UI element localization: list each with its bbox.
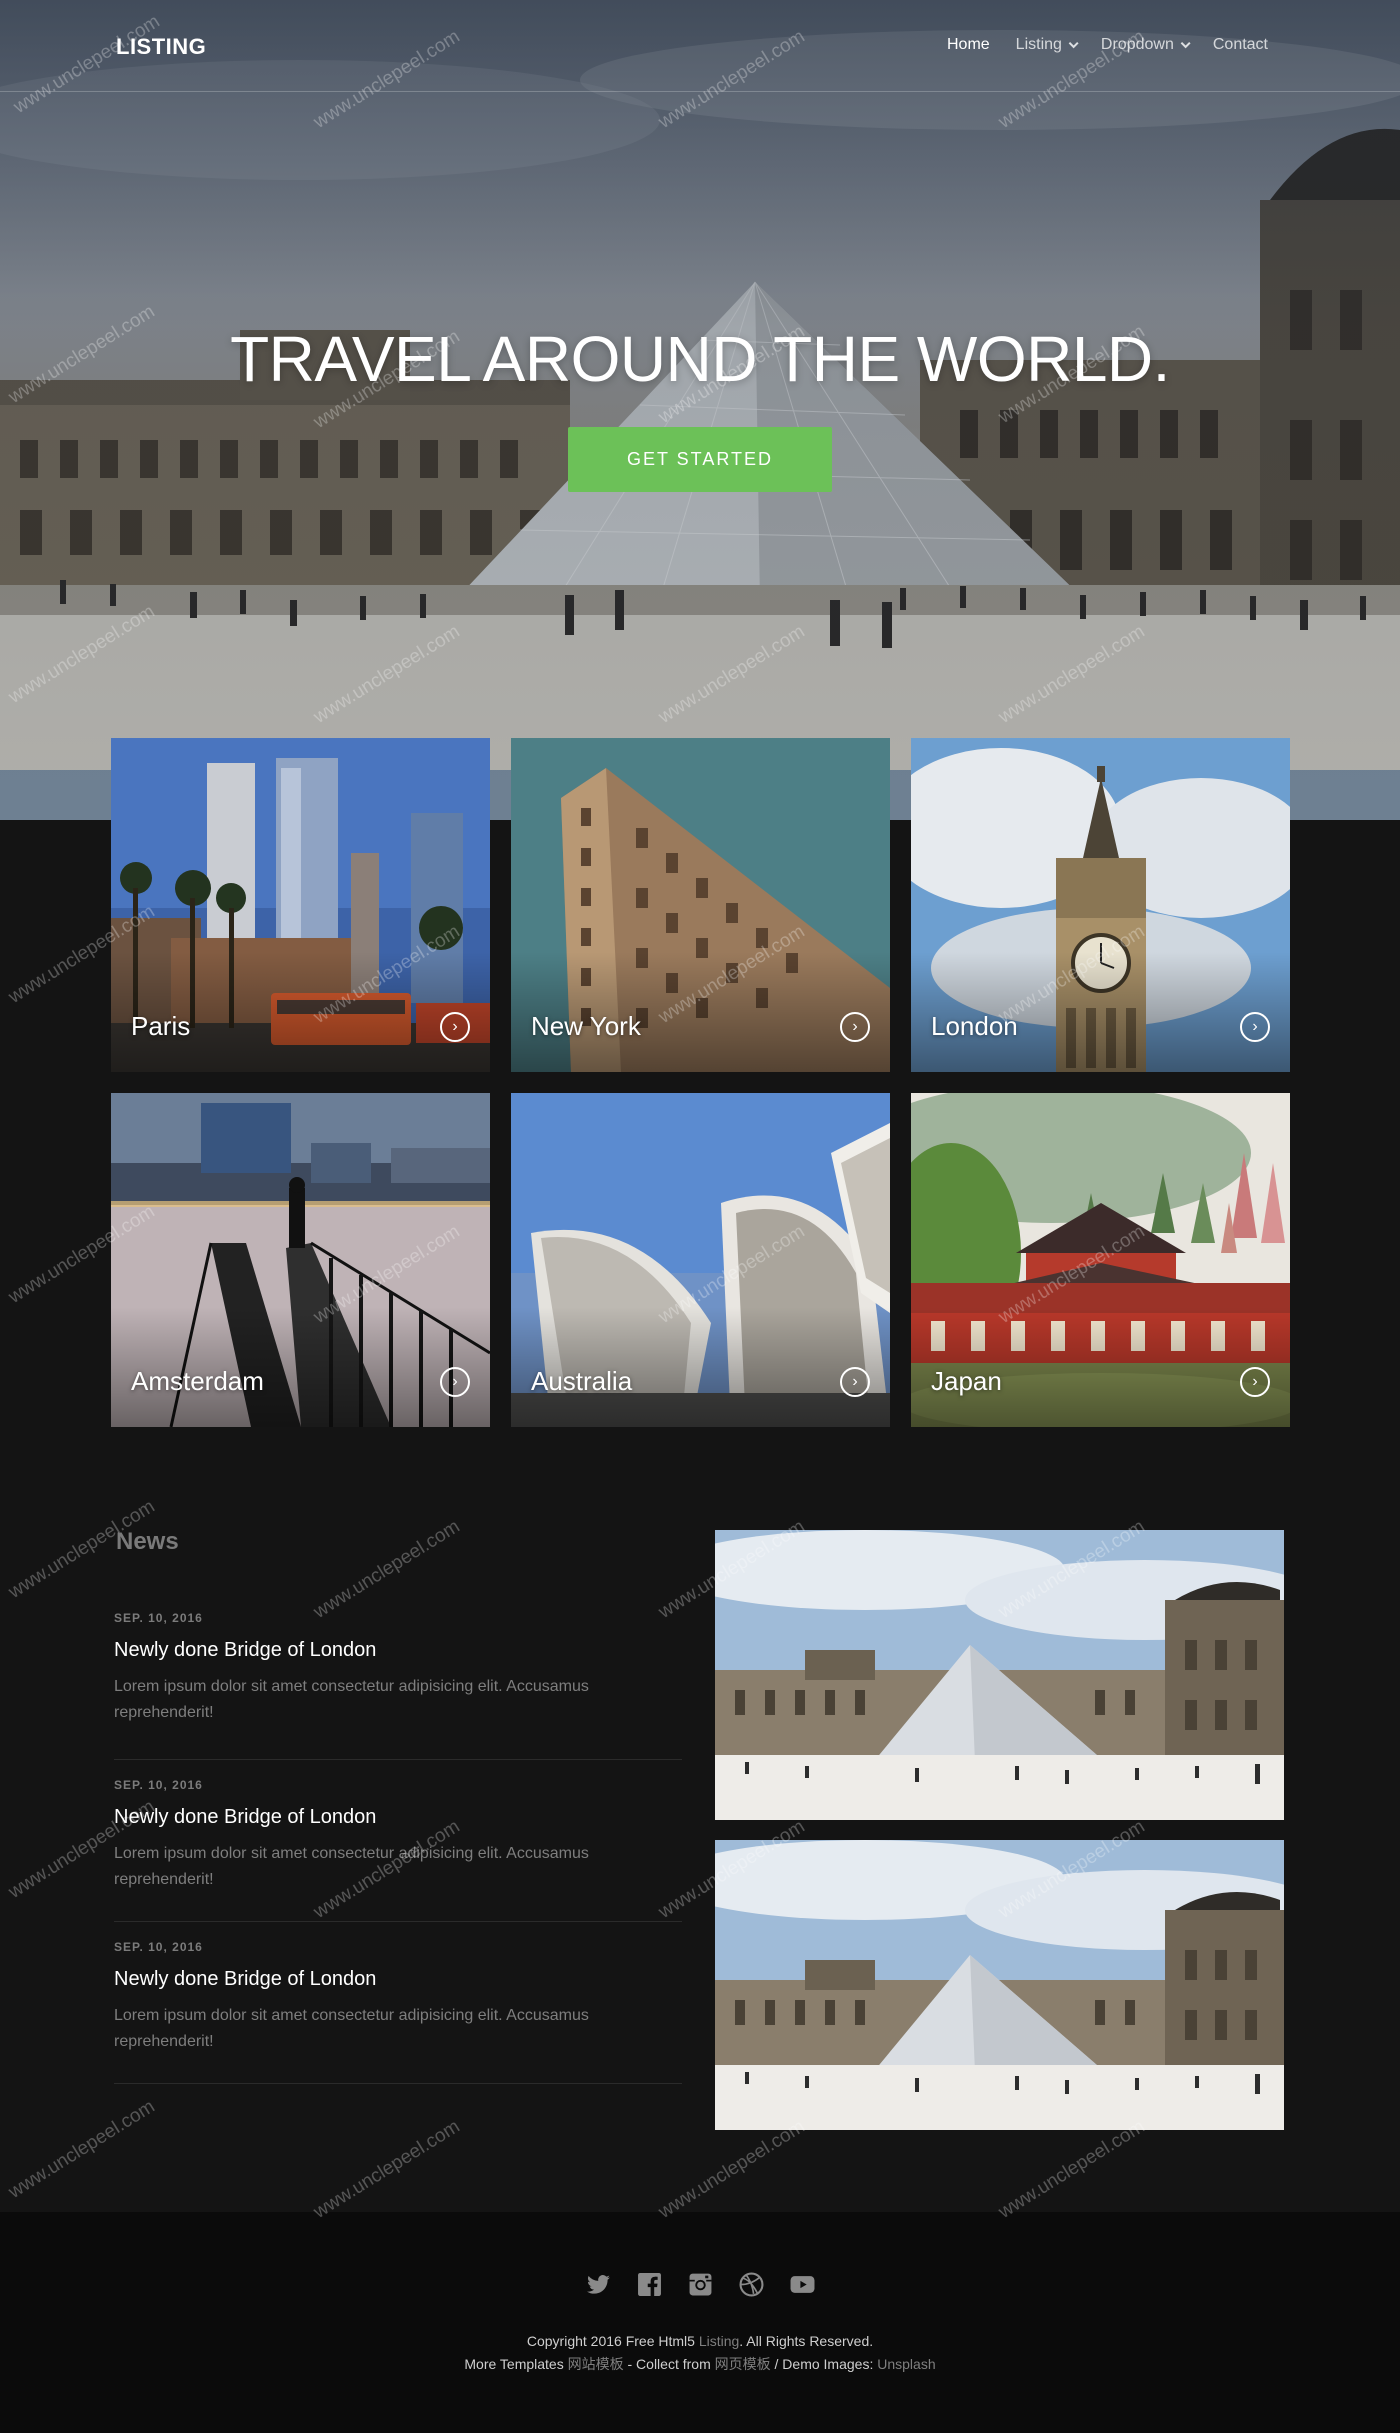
- news-item[interactable]: SEP. 10, 2016 Newly done Bridge of Londo…: [114, 1922, 682, 2084]
- city-grid: Paris › New York › London › Amsterdam › …: [111, 738, 1290, 1427]
- dribbble-icon[interactable]: [739, 2272, 764, 2297]
- listing-link[interactable]: Listing: [699, 2333, 739, 2349]
- news-image-louvre[interactable]: [715, 1840, 1284, 2130]
- nav-home[interactable]: Home: [947, 36, 990, 54]
- watermark: www.unclepeel.com: [5, 2096, 159, 2203]
- chevron-down-icon: [1180, 37, 1191, 48]
- collect-link[interactable]: 网页模板: [715, 2356, 771, 2372]
- unsplash-link[interactable]: Unsplash: [877, 2356, 935, 2372]
- city-name: Paris: [131, 1011, 191, 1041]
- get-started-button[interactable]: GET STARTED: [568, 427, 832, 492]
- city-card-japan[interactable]: Japan ›: [911, 1093, 1290, 1427]
- social-links: [0, 2272, 1400, 2297]
- news-date: SEP. 10, 2016: [114, 1611, 203, 1625]
- copyright-suffix: . All Rights Reserved.: [739, 2333, 874, 2349]
- city-name: Japan: [931, 1366, 1002, 1396]
- louvre-photo: [715, 1530, 1284, 1820]
- watermark: www.unclepeel.com: [995, 2116, 1149, 2223]
- chevron-right-circle-icon[interactable]: ›: [440, 1367, 470, 1397]
- nav-dropdown-label: Dropdown: [1100, 36, 1174, 53]
- templates-link[interactable]: 网站模板: [568, 2356, 624, 2372]
- copyright-prefix: Copyright 2016 Free Html5: [526, 2333, 695, 2349]
- city-card-australia[interactable]: Australia ›: [511, 1093, 890, 1427]
- hero-title: TRAVEL AROUND THE WORLD.: [230, 323, 1170, 395]
- copyright-line: Copyright 2016 Free Html5 Listing. All R…: [0, 2330, 1400, 2353]
- news-heading: News: [116, 1528, 179, 1555]
- city-card-paris[interactable]: Paris ›: [111, 738, 490, 1072]
- twitter-icon[interactable]: [586, 2272, 611, 2297]
- chevron-down-icon: [1068, 37, 1079, 48]
- hero-section: LISTING Home Listing Dropdown Contact TR…: [0, 0, 1400, 820]
- city-card-amsterdam[interactable]: Amsterdam ›: [111, 1093, 490, 1427]
- more-templates-label: More Templates: [464, 2356, 564, 2372]
- nav-contact[interactable]: Contact: [1213, 36, 1268, 54]
- nav-listing-label: Listing: [1015, 36, 1062, 53]
- nav-home-label: Home: [946, 36, 990, 53]
- site-logo[interactable]: LISTING: [116, 34, 206, 60]
- credits-line: More Templates 网站模板 - Collect from 网页模板 …: [0, 2353, 1400, 2376]
- collect-label: - Collect from: [627, 2356, 711, 2372]
- facebook-icon[interactable]: [637, 2272, 662, 2297]
- news-excerpt: Lorem ipsum dolor sit amet consectetur a…: [114, 1845, 589, 1888]
- instagram-icon[interactable]: [688, 2272, 713, 2297]
- chevron-right-circle-icon[interactable]: ›: [840, 1012, 870, 1042]
- news-excerpt: Lorem ipsum dolor sit amet consectetur a…: [114, 1678, 589, 1721]
- chevron-right-circle-icon[interactable]: ›: [1240, 1367, 1270, 1397]
- city-card-new-york[interactable]: New York ›: [511, 738, 890, 1072]
- main-menu: Home Listing Dropdown Contact: [947, 36, 1268, 54]
- chevron-right-circle-icon[interactable]: ›: [440, 1012, 470, 1042]
- city-name: Australia: [531, 1366, 633, 1396]
- nav-dropdown[interactable]: Dropdown: [1100, 36, 1191, 54]
- news-title[interactable]: Newly done Bridge of London: [114, 1968, 682, 1991]
- copyright: Copyright 2016 Free Html5 Listing. All R…: [0, 2330, 1400, 2376]
- watermark: www.unclepeel.com: [310, 2116, 464, 2223]
- news-excerpt: Lorem ipsum dolor sit amet consectetur a…: [114, 2007, 589, 2050]
- site-footer: Copyright 2016 Free Html5 Listing. All R…: [0, 2212, 1400, 2433]
- youtube-icon[interactable]: [790, 2272, 815, 2297]
- news-date: SEP. 10, 2016: [114, 1940, 203, 1954]
- louvre-photo: [715, 1840, 1284, 2130]
- news-image-louvre[interactable]: [715, 1530, 1284, 1820]
- news-date: SEP. 10, 2016: [114, 1778, 203, 1792]
- nav-listing[interactable]: Listing: [1015, 36, 1079, 54]
- city-name: London: [931, 1011, 1018, 1041]
- news-item[interactable]: SEP. 10, 2016 Newly done Bridge of Londo…: [114, 1760, 682, 1922]
- city-name: New York: [531, 1011, 641, 1041]
- news-item[interactable]: SEP. 10, 2016 Newly done Bridge of Londo…: [114, 1598, 682, 1760]
- chevron-right-circle-icon[interactable]: ›: [840, 1367, 870, 1397]
- news-list: SEP. 10, 2016 Newly done Bridge of Londo…: [114, 1598, 682, 2084]
- city-name: Amsterdam: [131, 1366, 264, 1396]
- watermark: www.unclepeel.com: [655, 2116, 809, 2223]
- hero-overlay: [0, 0, 1400, 820]
- nav-contact-label: Contact: [1212, 36, 1268, 53]
- city-card-london[interactable]: London ›: [911, 738, 1290, 1072]
- chevron-right-circle-icon[interactable]: ›: [1240, 1012, 1270, 1042]
- news-title[interactable]: Newly done Bridge of London: [114, 1639, 682, 1662]
- news-title[interactable]: Newly done Bridge of London: [114, 1806, 682, 1829]
- images-label: / Demo Images:: [774, 2356, 874, 2372]
- top-navigation: LISTING Home Listing Dropdown Contact: [0, 0, 1400, 92]
